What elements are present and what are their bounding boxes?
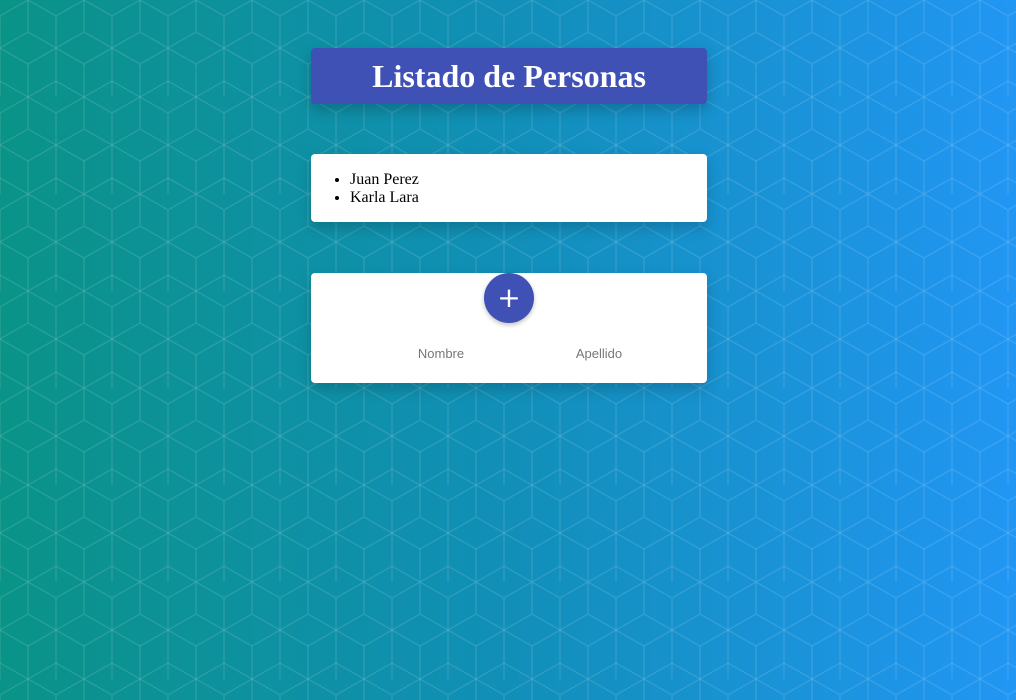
add-person-button[interactable]: + xyxy=(484,273,534,323)
list-item: Karla Lara xyxy=(350,189,707,207)
list-item: Juan Perez xyxy=(350,171,707,189)
add-person-form: + xyxy=(311,273,707,383)
header-card: Listado de Personas xyxy=(311,48,707,104)
people-list-card: Juan Perez Karla Lara xyxy=(311,154,707,222)
apellido-input[interactable] xyxy=(532,341,666,365)
nombre-input[interactable] xyxy=(374,341,508,365)
people-list: Juan Perez Karla Lara xyxy=(311,154,707,207)
plus-icon: + xyxy=(497,281,521,314)
page-title: Listado de Personas xyxy=(372,58,646,94)
